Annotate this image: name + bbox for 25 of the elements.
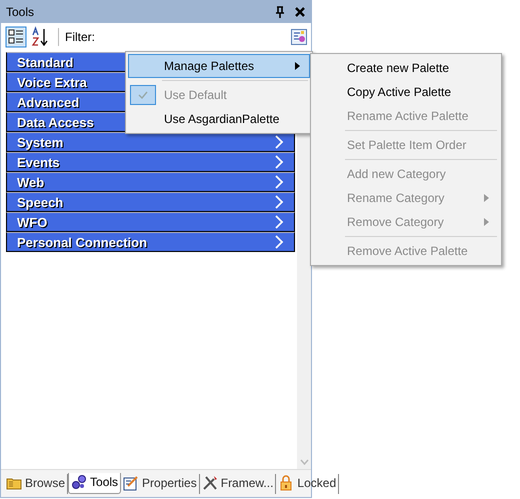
close-icon[interactable] bbox=[295, 6, 305, 16]
menu-item[interactable]: Create new Palette bbox=[311, 56, 499, 80]
menu-item[interactable]: Copy Active Palette bbox=[311, 80, 499, 104]
tab[interactable]: Tools bbox=[68, 473, 122, 494]
category-header[interactable]: Events bbox=[6, 152, 295, 172]
tab[interactable]: Browse bbox=[4, 474, 68, 494]
menu-item[interactable]: Manage Palettes bbox=[128, 54, 310, 78]
category-header[interactable]: System bbox=[6, 132, 295, 152]
form-edit-icon bbox=[123, 475, 140, 491]
gears-icon bbox=[71, 474, 88, 490]
lock-icon bbox=[278, 475, 294, 491]
category-header[interactable]: Web bbox=[6, 172, 295, 192]
tab[interactable]: Framew... bbox=[200, 474, 276, 494]
panel-title: Tools bbox=[6, 4, 36, 18]
category-header[interactable]: Speech bbox=[6, 192, 295, 212]
categorized-view-icon[interactable] bbox=[5, 26, 27, 48]
tab[interactable]: Properties bbox=[121, 474, 200, 494]
category-header[interactable]: Personal Connection bbox=[6, 232, 295, 252]
tab[interactable]: Locked bbox=[276, 474, 340, 494]
palette-menu-icon[interactable] bbox=[291, 28, 307, 44]
pin-icon[interactable] bbox=[275, 6, 285, 18]
tools-icon bbox=[202, 475, 218, 491]
filter-label: Filter: bbox=[65, 30, 95, 44]
menu-item[interactable]: Use AsgardianPalette bbox=[128, 107, 310, 131]
category-header[interactable]: WFO bbox=[6, 212, 295, 232]
